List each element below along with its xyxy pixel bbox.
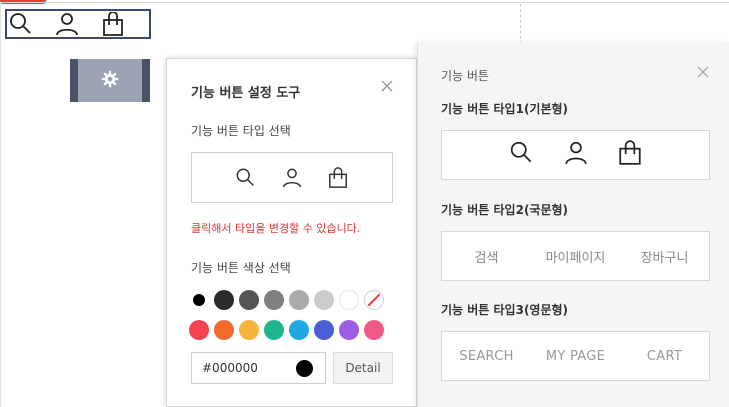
type2-option[interactable]: 검색 마이페이지 장바구니 xyxy=(441,231,710,281)
editor-canvas: 기능 버튼 설정 도구 기능 버튼 타입 선택 클릭해서 타입을 변경할 수 있… xyxy=(0,0,729,407)
korean-mypage-label: 마이페이지 xyxy=(545,250,606,266)
english-search-label: SEARCH xyxy=(459,348,514,364)
color-swatch[interactable] xyxy=(239,320,259,340)
color-select-label: 기능 버튼 색상 선택 xyxy=(191,261,291,275)
color-swatch[interactable] xyxy=(314,290,334,310)
color-swatch[interactable] xyxy=(214,290,234,310)
vertical-guide xyxy=(520,4,521,44)
user-icon xyxy=(563,140,589,170)
shopping-bag-icon[interactable] xyxy=(101,12,125,36)
type3-label: 기능 버튼 타입3(영문형) xyxy=(441,303,569,317)
english-cart-label: CART xyxy=(646,348,683,364)
current-color-dot xyxy=(296,360,313,377)
english-mypage-label: MY PAGE xyxy=(545,348,606,364)
settings-tool-button[interactable] xyxy=(70,59,150,102)
selected-function-buttons[interactable] xyxy=(5,9,151,39)
search-icon[interactable] xyxy=(9,12,33,36)
left-edge-line xyxy=(0,3,1,407)
close-icon[interactable] xyxy=(696,64,710,78)
color-swatch[interactable] xyxy=(339,320,359,340)
detail-button[interactable]: Detail xyxy=(333,352,393,384)
korean-cart-label: 장바구니 xyxy=(640,250,689,266)
color-swatches xyxy=(189,290,399,350)
color-swatch[interactable] xyxy=(264,320,284,340)
color-swatch[interactable] xyxy=(214,320,234,340)
search-icon xyxy=(235,167,257,189)
top-divider xyxy=(0,2,729,3)
no-color-swatch[interactable] xyxy=(364,290,384,310)
color-swatch[interactable] xyxy=(189,320,209,340)
color-swatch[interactable] xyxy=(364,320,384,340)
color-swatch[interactable] xyxy=(339,290,359,310)
panel-title: 기능 버튼 xyxy=(441,69,489,83)
panel-title: 기능 버튼 설정 도구 xyxy=(191,86,301,101)
type1-option[interactable] xyxy=(441,130,710,180)
user-icon[interactable] xyxy=(55,12,79,36)
color-swatch[interactable] xyxy=(264,290,284,310)
korean-search-label: 검색 xyxy=(474,250,499,266)
color-swatch[interactable] xyxy=(289,290,309,310)
type-select-label: 기능 버튼 타입 선택 xyxy=(191,124,291,138)
color-swatch[interactable] xyxy=(289,320,309,340)
hex-color-input[interactable]: #000000 xyxy=(191,352,326,384)
swatch-row-colors xyxy=(189,320,399,340)
shopping-bag-icon xyxy=(617,140,643,170)
gear-icon xyxy=(101,70,119,92)
type-selector[interactable] xyxy=(191,152,393,203)
search-icon xyxy=(509,140,535,170)
user-icon xyxy=(281,167,303,189)
type1-label: 기능 버튼 타입1(기본형) xyxy=(441,102,569,116)
close-icon[interactable] xyxy=(379,78,395,94)
shopping-bag-icon xyxy=(327,166,349,189)
type-change-hint: 클릭해서 타입을 변경할 수 있습니다. xyxy=(191,222,361,235)
function-button-type-panel: 기능 버튼 기능 버튼 타입1(기본형) 기능 버튼 타입2(국문형) 검색 마… xyxy=(417,42,729,407)
color-swatch[interactable] xyxy=(193,294,205,306)
swatch-row-grayscale xyxy=(189,290,399,310)
color-swatch[interactable] xyxy=(239,290,259,310)
color-swatch[interactable] xyxy=(314,320,334,340)
type3-option[interactable]: SEARCH MY PAGE CART xyxy=(441,331,710,381)
type2-label: 기능 버튼 타입2(국문형) xyxy=(441,203,569,217)
hex-value: #000000 xyxy=(202,361,258,375)
function-button-settings-panel: 기능 버튼 설정 도구 기능 버튼 타입 선택 클릭해서 타입을 변경할 수 있… xyxy=(166,58,417,407)
